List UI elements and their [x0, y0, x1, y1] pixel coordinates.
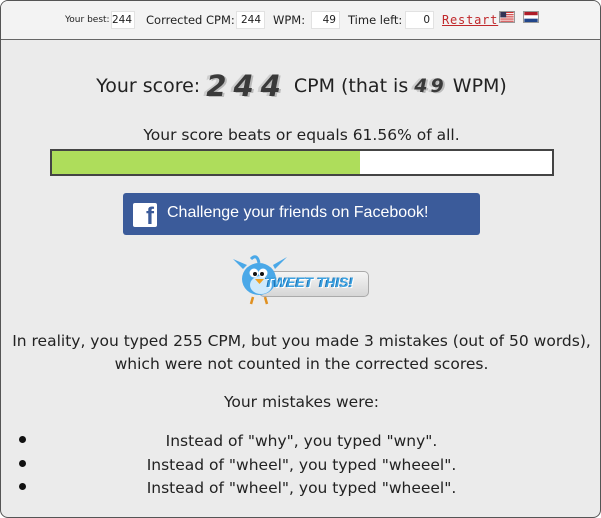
score-suffix: WPM): [452, 75, 507, 97]
us-flag-icon[interactable]: [499, 11, 515, 23]
restart-link[interactable]: Restart: [442, 13, 498, 27]
best-value: 244: [111, 11, 135, 29]
reality-line-1: In reality, you typed 255 CPM, but you m…: [12, 332, 591, 350]
time-left-label: Time left:: [348, 13, 403, 27]
reality-line-2: which were not counted in the corrected …: [114, 355, 489, 373]
percentile-bar-fill: [52, 151, 360, 174]
list-item: Instead of "why", you typed "wny".: [1, 432, 600, 456]
wpm-label: WPM:: [273, 13, 306, 27]
score-heading: Your score: 244 CPM (that is 49 WPM): [1, 69, 600, 103]
cpm-score: 244: [206, 69, 288, 103]
score-middle: CPM (that is: [293, 75, 409, 97]
bullet-icon: [19, 459, 26, 467]
mistake-text: Instead of "wheel", you typed "wheeel".: [146, 455, 457, 474]
nl-flag-icon[interactable]: [523, 11, 539, 23]
mistakes-heading: Your mistakes were:: [223, 393, 380, 411]
best-label: Your best:: [65, 15, 110, 25]
wpm-score: 49: [414, 75, 447, 97]
mistakes-list: Instead of "why", you typed "wny". Inste…: [1, 432, 600, 503]
list-item: Instead of "wheel", you typed "wheeel".: [1, 455, 600, 480]
tweet-label: TWEET THIS!: [265, 275, 354, 290]
mistake-text: Instead of "wheel", you typed "wheeel".: [146, 479, 457, 497]
percentile-text: Your score beats or equals 61.56% of all…: [143, 126, 460, 144]
cpm-value: 244: [236, 11, 265, 29]
list-item: Instead of "wheel", you typed "wheeel".: [1, 479, 600, 503]
facebook-challenge-button[interactable]: f Challenge your friends on Facebook!: [123, 193, 480, 235]
wpm-value: 49: [311, 11, 340, 29]
tweet-this-button[interactable]: TWEET THIS!: [229, 251, 375, 307]
mistake-text: Instead of "why", you typed "wny".: [165, 432, 438, 450]
reality-text: In reality, you typed 255 CPM, but you m…: [1, 330, 600, 376]
stats-bar: Your best: 244 Corrected CPM: 244 WPM: 4…: [1, 1, 600, 40]
facebook-icon: f: [133, 203, 157, 229]
bullet-icon: [19, 483, 26, 490]
result-panel: Your best: 244 Corrected CPM: 244 WPM: 4…: [0, 0, 601, 518]
bullet-icon: [19, 436, 26, 443]
facebook-button-label: Challenge your friends on Facebook!: [167, 204, 429, 221]
cpm-label: Corrected CPM:: [146, 13, 235, 27]
score-prefix: Your score:: [96, 75, 201, 97]
percentile-bar: [50, 149, 554, 176]
time-left-value: 0: [405, 11, 434, 29]
